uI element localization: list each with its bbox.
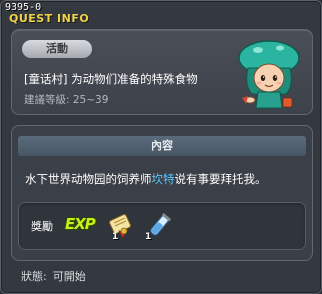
mushroom-hat-npc-icon [238, 40, 300, 109]
content-header: 內容 [18, 136, 306, 156]
window-title: QUEST INFO [9, 12, 90, 25]
quest-header-panel: 活動 [童话村] 为动物们准备的特殊食物 建議等級: 25~39 [11, 29, 313, 115]
description-text-before: 水下世界动物园的饲养师 [25, 172, 152, 186]
quest-content-panel: 內容 水下世界动物园的饲养师坎特说有事要拜托我。 獎勵 EXP 1 1 [11, 125, 313, 261]
description-text-after: 说有事要拜托我。 [174, 172, 267, 186]
status-value: 可開始 [52, 270, 86, 283]
quest-info-window: 9395-0 QUEST INFO 活動 [童话村] 为动物们准备的特殊食物 建… [0, 0, 322, 294]
reward-label: 獎勵 [31, 220, 53, 233]
recommended-level: 建議等級: 25~39 [24, 94, 109, 106]
quest-category-badge: 活動 [22, 40, 92, 58]
npc-name-link[interactable]: 坎特 [152, 172, 175, 186]
reward-box: 獎勵 EXP 1 1 [18, 202, 306, 250]
quest-name: [童话村] 为动物们准备的特殊食物 [24, 72, 198, 86]
status-label: 狀態: [21, 270, 47, 283]
potion-quantity: 1 [145, 232, 152, 242]
quest-status: 狀態: 可開始 [21, 268, 92, 284]
scroll-quantity: 1 [112, 232, 119, 242]
scroll-icon[interactable] [105, 211, 135, 241]
exp-icon: EXP [65, 215, 96, 233]
quest-description: 水下世界动物园的饲养师坎特说有事要拜托我。 [25, 171, 305, 187]
